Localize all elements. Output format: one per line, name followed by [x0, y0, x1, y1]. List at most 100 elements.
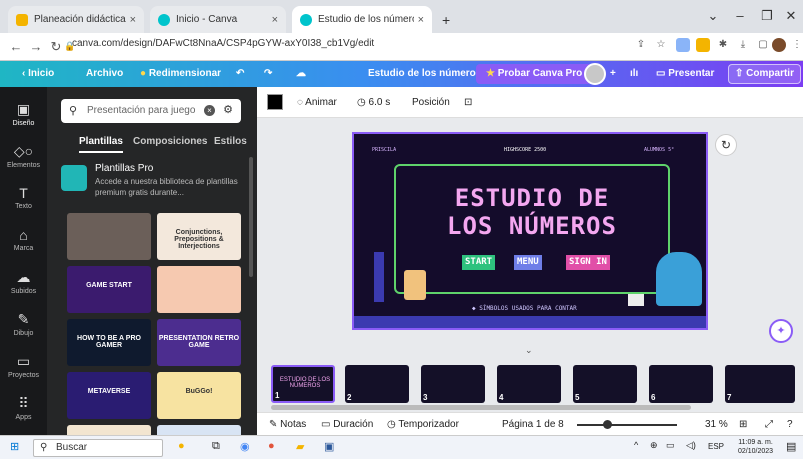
- profile-avatar[interactable]: [772, 38, 786, 52]
- word-icon[interactable]: ▣: [324, 440, 334, 453]
- resize-button[interactable]: ● Redimensionar: [140, 68, 221, 79]
- filter-icon[interactable]: ⚙: [219, 101, 237, 119]
- template-thumbnail[interactable]: PRESENTATION RETRO GAME: [157, 319, 241, 366]
- taskbar-search-input[interactable]: ⚲ Buscar: [33, 439, 163, 457]
- page-thumbnail[interactable]: 6: [649, 365, 713, 403]
- template-thumbnail[interactable]: GAME START: [67, 266, 151, 313]
- forward-arrow-icon[interactable]: →: [28, 39, 44, 54]
- lock-icon[interactable]: ⊡: [464, 97, 472, 108]
- close-tab-icon[interactable]: ×: [414, 14, 424, 26]
- template-thumbnail[interactable]: [67, 213, 151, 260]
- browser-tab-estudio[interactable]: Estudio de los números - Presen ×: [292, 6, 432, 33]
- template-thumbnail[interactable]: METAVERSE: [67, 372, 151, 419]
- browser-tab-inicio[interactable]: Inicio - Canva ×: [150, 6, 286, 33]
- task-view-icon[interactable]: ⧉: [212, 440, 220, 453]
- taskbar-clock[interactable]: 11:09 a. m. 02/10/2023: [738, 438, 773, 456]
- page-thumbnail[interactable]: 5: [573, 365, 637, 403]
- grid-view-icon[interactable]: ⊞: [739, 419, 747, 430]
- extension-icon[interactable]: [676, 38, 690, 52]
- animate-button[interactable]: ◌ Animar: [297, 97, 337, 108]
- template-search-input[interactable]: ⚲ Presentación para juego × ⚙: [61, 99, 241, 123]
- zoom-value[interactable]: 31 %: [705, 419, 728, 430]
- windows-start-icon[interactable]: ⊞: [10, 440, 19, 453]
- chrome-icon[interactable]: ◉: [240, 440, 250, 453]
- battery-icon[interactable]: ▭: [666, 440, 675, 451]
- add-collaborator-icon[interactable]: +: [610, 68, 616, 79]
- fullscreen-icon[interactable]: ⤢: [765, 419, 773, 430]
- star-icon[interactable]: ☆: [654, 38, 668, 52]
- extension-icon[interactable]: [696, 38, 710, 52]
- present-button[interactable]: ▭ Presentar: [650, 64, 720, 84]
- rail-item-draw[interactable]: ✎ Dibujo: [0, 311, 47, 337]
- design-title[interactable]: Estudio de los números: [368, 68, 481, 79]
- tab-composiciones[interactable]: Composiciones: [133, 136, 207, 147]
- duration-button[interactable]: ◷ 6.0 s: [357, 97, 390, 108]
- back-arrow-icon[interactable]: ←: [8, 39, 24, 54]
- template-thumbnail[interactable]: BuGGo!: [157, 372, 241, 419]
- rail-item-design[interactable]: ▣ Diseño: [0, 101, 47, 127]
- page-thumbnail[interactable]: 3: [421, 365, 485, 403]
- clear-search-icon[interactable]: ×: [204, 105, 215, 116]
- close-tab-icon[interactable]: ×: [268, 14, 278, 26]
- rail-item-elements[interactable]: ◇○ Elementos: [0, 143, 47, 169]
- try-canva-pro-button[interactable]: ★ Probar Canva Pro: [476, 64, 593, 84]
- zoom-slider[interactable]: [577, 424, 677, 426]
- zoom-slider-knob[interactable]: [603, 420, 612, 429]
- user-avatar[interactable]: [584, 63, 606, 85]
- close-window-button[interactable]: ✕: [776, 8, 803, 24]
- color-swatch[interactable]: [267, 94, 283, 110]
- language-indicator[interactable]: ESP: [708, 442, 724, 451]
- notes-button[interactable]: ✎ Notas: [269, 419, 306, 430]
- browser-tab-planeacion[interactable]: Planeación didáctica números n ×: [8, 6, 144, 33]
- tab-estilos[interactable]: Estilos: [214, 136, 247, 147]
- url-field[interactable]: canva.com/design/DAFwCt8NnaA/CSP4pGYW-ax…: [72, 38, 374, 49]
- download-icon[interactable]: ⤓: [736, 38, 750, 52]
- notifications-icon[interactable]: ▤: [786, 440, 796, 453]
- page-thumbnail[interactable]: 4: [497, 365, 561, 403]
- new-tab-button[interactable]: +: [434, 6, 458, 33]
- panel-scrollbar[interactable]: [249, 157, 253, 277]
- template-thumbnail-label: Conjunctions, Prepositions & Interjectio…: [174, 229, 224, 250]
- chevron-down-icon[interactable]: ⌄: [525, 345, 533, 356]
- puzzle-icon[interactable]: ✱: [716, 38, 730, 52]
- rail-item-apps[interactable]: ⠿ Apps: [0, 395, 47, 421]
- file-menu-button[interactable]: Archivo: [86, 68, 123, 79]
- page-thumbnail[interactable]: 7: [725, 365, 795, 403]
- regenerate-icon[interactable]: ↻: [715, 134, 737, 156]
- analytics-icon[interactable]: ılı: [630, 68, 638, 79]
- tray-chevron-icon[interactable]: ^: [634, 440, 638, 450]
- rail-item-text[interactable]: T Texto: [0, 185, 47, 210]
- rail-item-uploads[interactable]: ☁ Subidos: [0, 269, 47, 295]
- template-thumbnail[interactable]: Conjunctions, Prepositions & Interjectio…: [157, 213, 241, 260]
- firefox-icon[interactable]: ●: [268, 440, 275, 452]
- slide-canvas[interactable]: PRISCILA HIGHSCORE 2500 ALUMNOS 5° ESTUD…: [352, 132, 708, 330]
- network-icon[interactable]: ⊕: [650, 440, 658, 451]
- weather-icon[interactable]: ●: [178, 440, 185, 452]
- page-thumbnail[interactable]: ESTUDIO DE LOS NÚMEROS 1: [271, 365, 335, 403]
- undo-icon[interactable]: ↶: [236, 68, 244, 79]
- template-thumbnail[interactable]: HOW TO BE A PRO GAMER: [67, 319, 151, 366]
- back-home-button[interactable]: ‹ Inicio: [22, 68, 54, 79]
- share-button[interactable]: ⇧ Compartir: [728, 64, 801, 84]
- tab-plantillas[interactable]: Plantillas: [79, 136, 123, 153]
- help-icon[interactable]: ?: [787, 419, 793, 430]
- rail-item-projects[interactable]: ▭ Proyectos: [0, 353, 47, 379]
- duration-toggle-button[interactable]: ▭ Duración: [321, 419, 373, 430]
- minimize-button[interactable]: –: [725, 8, 755, 23]
- pro-templates-promo[interactable]: Plantillas Pro Accede a nuestra bibliote…: [61, 161, 251, 201]
- magic-assistant-icon[interactable]: ✦: [769, 319, 793, 343]
- thumbnail-scrollbar[interactable]: [271, 405, 691, 410]
- file-explorer-icon[interactable]: ▰: [296, 440, 304, 453]
- close-tab-icon[interactable]: ×: [126, 14, 136, 26]
- rail-item-brand[interactable]: ⌂ Marca: [0, 227, 47, 252]
- volume-icon[interactable]: ◁): [686, 440, 696, 451]
- share-page-icon[interactable]: ⇪: [634, 38, 648, 52]
- position-button[interactable]: Posición: [412, 97, 450, 108]
- sidepanel-icon[interactable]: ▢: [756, 38, 770, 52]
- page-thumbnail[interactable]: 2: [345, 365, 409, 403]
- kebab-menu-icon[interactable]: ⋮: [790, 38, 803, 52]
- timer-button[interactable]: ◷ Temporizador: [387, 419, 459, 430]
- redo-icon[interactable]: ↷: [264, 68, 272, 79]
- template-thumbnail[interactable]: [157, 266, 241, 313]
- chevron-down-icon[interactable]: ⌄: [698, 8, 728, 24]
